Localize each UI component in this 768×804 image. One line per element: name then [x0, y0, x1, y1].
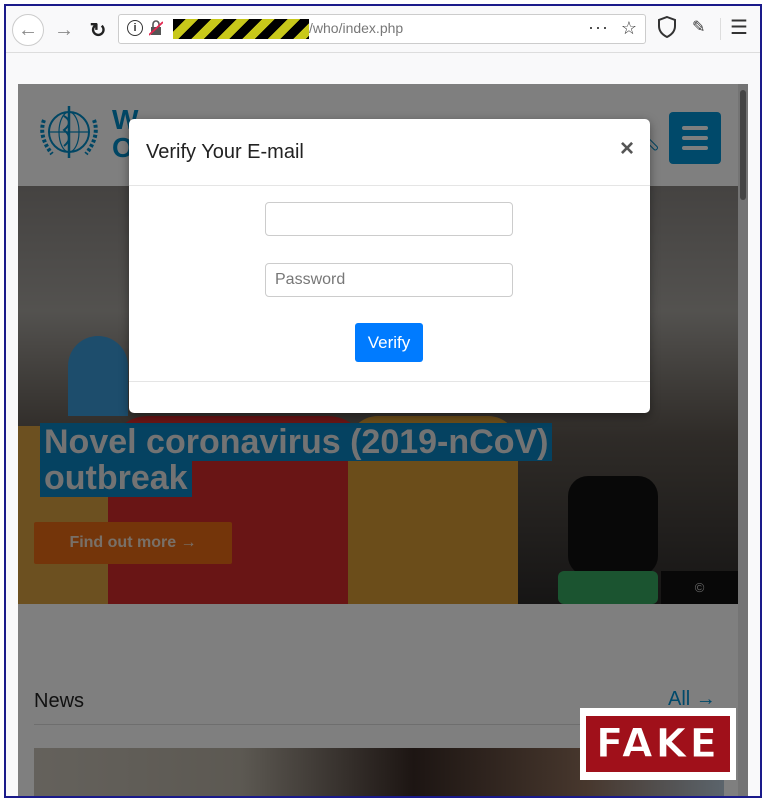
modal-title: Verify Your E-mail: [146, 141, 304, 163]
info-icon[interactable]: i: [127, 20, 143, 36]
email-field[interactable]: [265, 202, 513, 236]
toolbar-separator: [720, 18, 721, 40]
arrow-right-icon: →: [54, 18, 74, 41]
tracking-protection-shield-icon[interactable]: [658, 16, 676, 38]
url-path: /who/index.php: [309, 20, 404, 36]
back-button[interactable]: ←: [12, 14, 44, 46]
forward-button[interactable]: →: [50, 16, 78, 44]
arrow-left-icon: ←: [18, 18, 38, 41]
close-icon[interactable]: ×: [620, 135, 634, 163]
address-bar[interactable]: i /who/index.php ··· ☆: [118, 14, 646, 44]
reload-button[interactable]: ↻: [84, 16, 112, 44]
modal-footer-divider: [129, 381, 650, 382]
verify-button[interactable]: Verify: [355, 323, 423, 362]
verify-email-modal: Verify Your E-mail × Verify: [129, 119, 650, 413]
reload-icon: ↻: [89, 19, 107, 42]
browser-window: ← → ↻ i /who/index.php ··· ☆ ✎ ☰ Verify …: [4, 4, 762, 798]
fake-stamp: FAKE: [580, 708, 736, 780]
password-field[interactable]: [265, 263, 513, 297]
bookmark-star-icon[interactable]: ☆: [621, 18, 637, 39]
browser-toolbar: ← → ↻ i /who/index.php ··· ☆ ✎ ☰: [6, 6, 760, 53]
insecure-lock-icon[interactable]: [149, 20, 163, 36]
page-actions-icon[interactable]: ···: [588, 17, 609, 38]
browser-menu-icon[interactable]: ☰: [730, 15, 748, 40]
modal-header-divider: [129, 185, 650, 186]
redacted-domain: [173, 19, 309, 39]
fake-stamp-label: FAKE: [586, 716, 730, 772]
magic-wand-extension-icon[interactable]: ✎: [692, 17, 705, 37]
